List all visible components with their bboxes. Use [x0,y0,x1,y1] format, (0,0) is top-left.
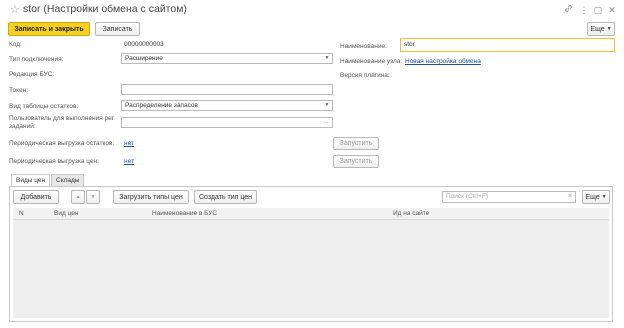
table-more-label: Еще [585,193,600,201]
add-button[interactable]: Добавить [13,190,59,204]
window-title: stor (Настройки обмена с сайтом) [23,3,187,15]
link-icon[interactable] [562,4,574,16]
chevron-down-icon: ▼ [601,194,607,200]
column-price-type[interactable]: Вид цен [54,210,78,217]
stock-table-label: Вид таблицы остатков: [9,103,79,110]
code-value: 00000000003 [124,41,164,48]
favorite-star-icon[interactable]: ☆ [10,3,20,16]
periodic-price-link[interactable]: нет [124,158,134,165]
token-input[interactable] [121,84,333,95]
connection-type-label: Тип подключения: [9,56,64,63]
load-price-types-button[interactable]: Загрузить типы цен [113,190,189,204]
run-stock-button[interactable]: Запустить [333,137,379,150]
run-price-button[interactable]: Запустить [333,155,379,168]
periodic-price-label: Периодическая выгрузка цен: [9,158,99,165]
periodic-stock-label: Периодическая выгрузка остатков: [9,140,115,147]
more-label: Еще [590,25,605,33]
job-user-input[interactable]: ... [121,117,333,128]
search-input[interactable]: Поиск (Ctrl+F) × [442,191,576,203]
column-n[interactable]: N [19,210,24,217]
create-price-type-button[interactable]: Создать тип цен [194,190,257,204]
table-more-button[interactable]: Еще ▼ [582,190,610,204]
move-down-button[interactable]: ▼ [86,190,100,204]
job-user-label: Пользователь для выполнения рег заданий: [9,115,115,130]
ellipsis-icon[interactable]: ... [320,118,332,127]
tab-warehouses[interactable]: Склады [51,174,85,186]
name-label: Наименование: [340,43,387,50]
node-name-label: Наименование узла: [340,58,403,65]
chevron-down-icon: ▼ [606,26,612,32]
table-header: N Вид цен Наименование в БУС Ид на сайте [13,208,609,220]
save-button[interactable]: Записать [95,22,140,36]
close-icon[interactable]: ✕ [606,4,618,16]
dropdown-arrow-icon[interactable]: ▼ [322,54,332,63]
title-bar: ☆ stor (Настройки обмена с сайтом) ⋮ ▢ ✕ [0,0,624,20]
stock-table-value: Распределение запасов [125,102,198,109]
column-bus-name[interactable]: Наименование в БУС [152,210,217,217]
node-name-link[interactable]: Новая настройка обмена [405,58,481,65]
arrow-up-icon: ▲ [75,194,81,200]
more-vertical-icon[interactable]: ⋮ [578,4,590,16]
bus-edition-label: Редакция БУС: [9,71,55,78]
stock-table-select[interactable]: Распределение запасов ▼ [121,100,333,111]
maximize-icon[interactable]: ▢ [592,4,604,16]
table-body[interactable] [13,220,609,318]
search-clear-icon[interactable]: × [565,192,575,201]
search-placeholder: Поиск (Ctrl+F) [446,193,489,200]
connection-type-select[interactable]: Расширение ▼ [121,53,333,64]
column-site-id[interactable]: Ид на сайте [393,210,429,217]
tab-price-types[interactable]: Виды цен [11,174,51,186]
name-input[interactable]: stor [400,38,615,52]
periodic-stock-link[interactable]: нет [124,140,134,147]
move-up-button[interactable]: ▲ [71,190,85,204]
dropdown-arrow-icon[interactable]: ▼ [322,101,332,110]
save-and-close-button[interactable]: Записать и закрыть [8,22,90,36]
plugin-version-label: Версия плагина: [340,72,390,79]
connection-type-value: Расширение [125,55,163,62]
more-button[interactable]: Еще ▼ [587,22,615,36]
arrow-down-icon: ▼ [90,194,96,200]
token-label: Токен: [9,87,29,94]
code-label: Код: [9,41,22,48]
